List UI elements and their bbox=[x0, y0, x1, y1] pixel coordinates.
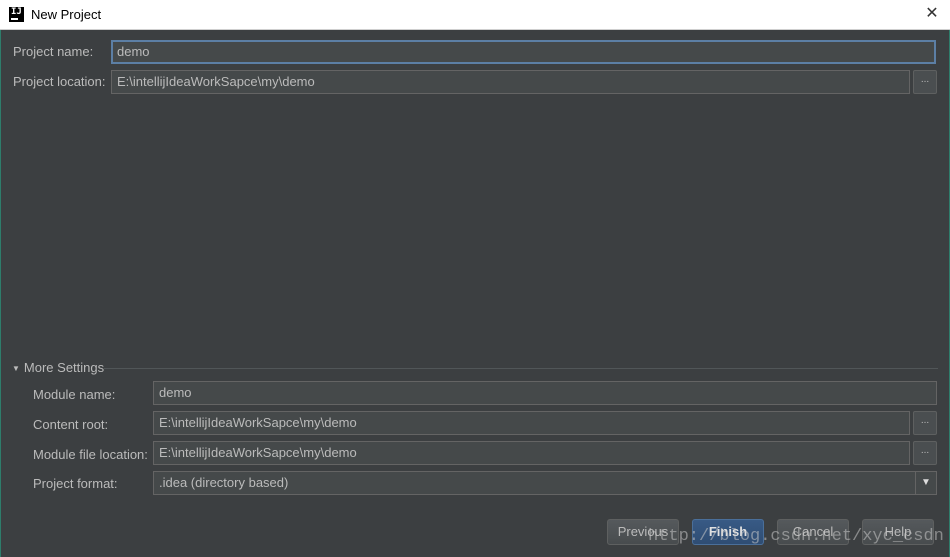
window-title: New Project bbox=[31, 7, 102, 22]
module-file-location-browse-button[interactable]: ... bbox=[913, 441, 937, 465]
content-root-input[interactable]: E:\intellijIdeaWorkSapce\my\demo bbox=[153, 411, 910, 435]
more-settings-label: More Settings bbox=[23, 360, 105, 375]
close-icon[interactable]: ✕ bbox=[922, 4, 942, 24]
watermark-text: http://blog.csdn.net/xyc_csdn bbox=[648, 527, 944, 546]
project-location-label: Project location: bbox=[13, 74, 106, 89]
project-location-input[interactable]: E:\intellijIdeaWorkSapce\my\demo bbox=[111, 70, 910, 94]
more-settings-divider bbox=[104, 368, 938, 369]
project-name-input[interactable]: demo bbox=[111, 40, 936, 64]
module-file-location-input[interactable]: E:\intellijIdeaWorkSapce\my\demo bbox=[153, 441, 910, 465]
title-bar: IJ New Project ✕ bbox=[0, 0, 950, 30]
content-root-label: Content root: bbox=[33, 417, 109, 432]
collapse-triangle-icon: ▼ bbox=[12, 364, 20, 373]
dropdown-arrow-icon: ▼ bbox=[915, 472, 936, 494]
project-location-browse-button[interactable]: ... bbox=[913, 70, 937, 94]
more-settings-toggle[interactable]: ▼ More Settings bbox=[12, 360, 104, 375]
module-file-location-label: Module file location: bbox=[33, 447, 148, 462]
intellij-app-icon: IJ bbox=[9, 7, 24, 22]
module-name-label: Module name: bbox=[33, 387, 116, 402]
project-format-label: Project format: bbox=[33, 476, 118, 491]
content-root-browse-button[interactable]: ... bbox=[913, 411, 937, 435]
project-format-value: .idea (directory based) bbox=[159, 475, 289, 490]
project-format-select[interactable]: .idea (directory based) ▼ bbox=[153, 471, 937, 495]
module-name-input[interactable]: demo bbox=[153, 381, 937, 405]
project-name-label: Project name: bbox=[13, 44, 94, 59]
window-border-left bbox=[0, 30, 1, 557]
app-icon-text: IJ bbox=[11, 7, 22, 17]
